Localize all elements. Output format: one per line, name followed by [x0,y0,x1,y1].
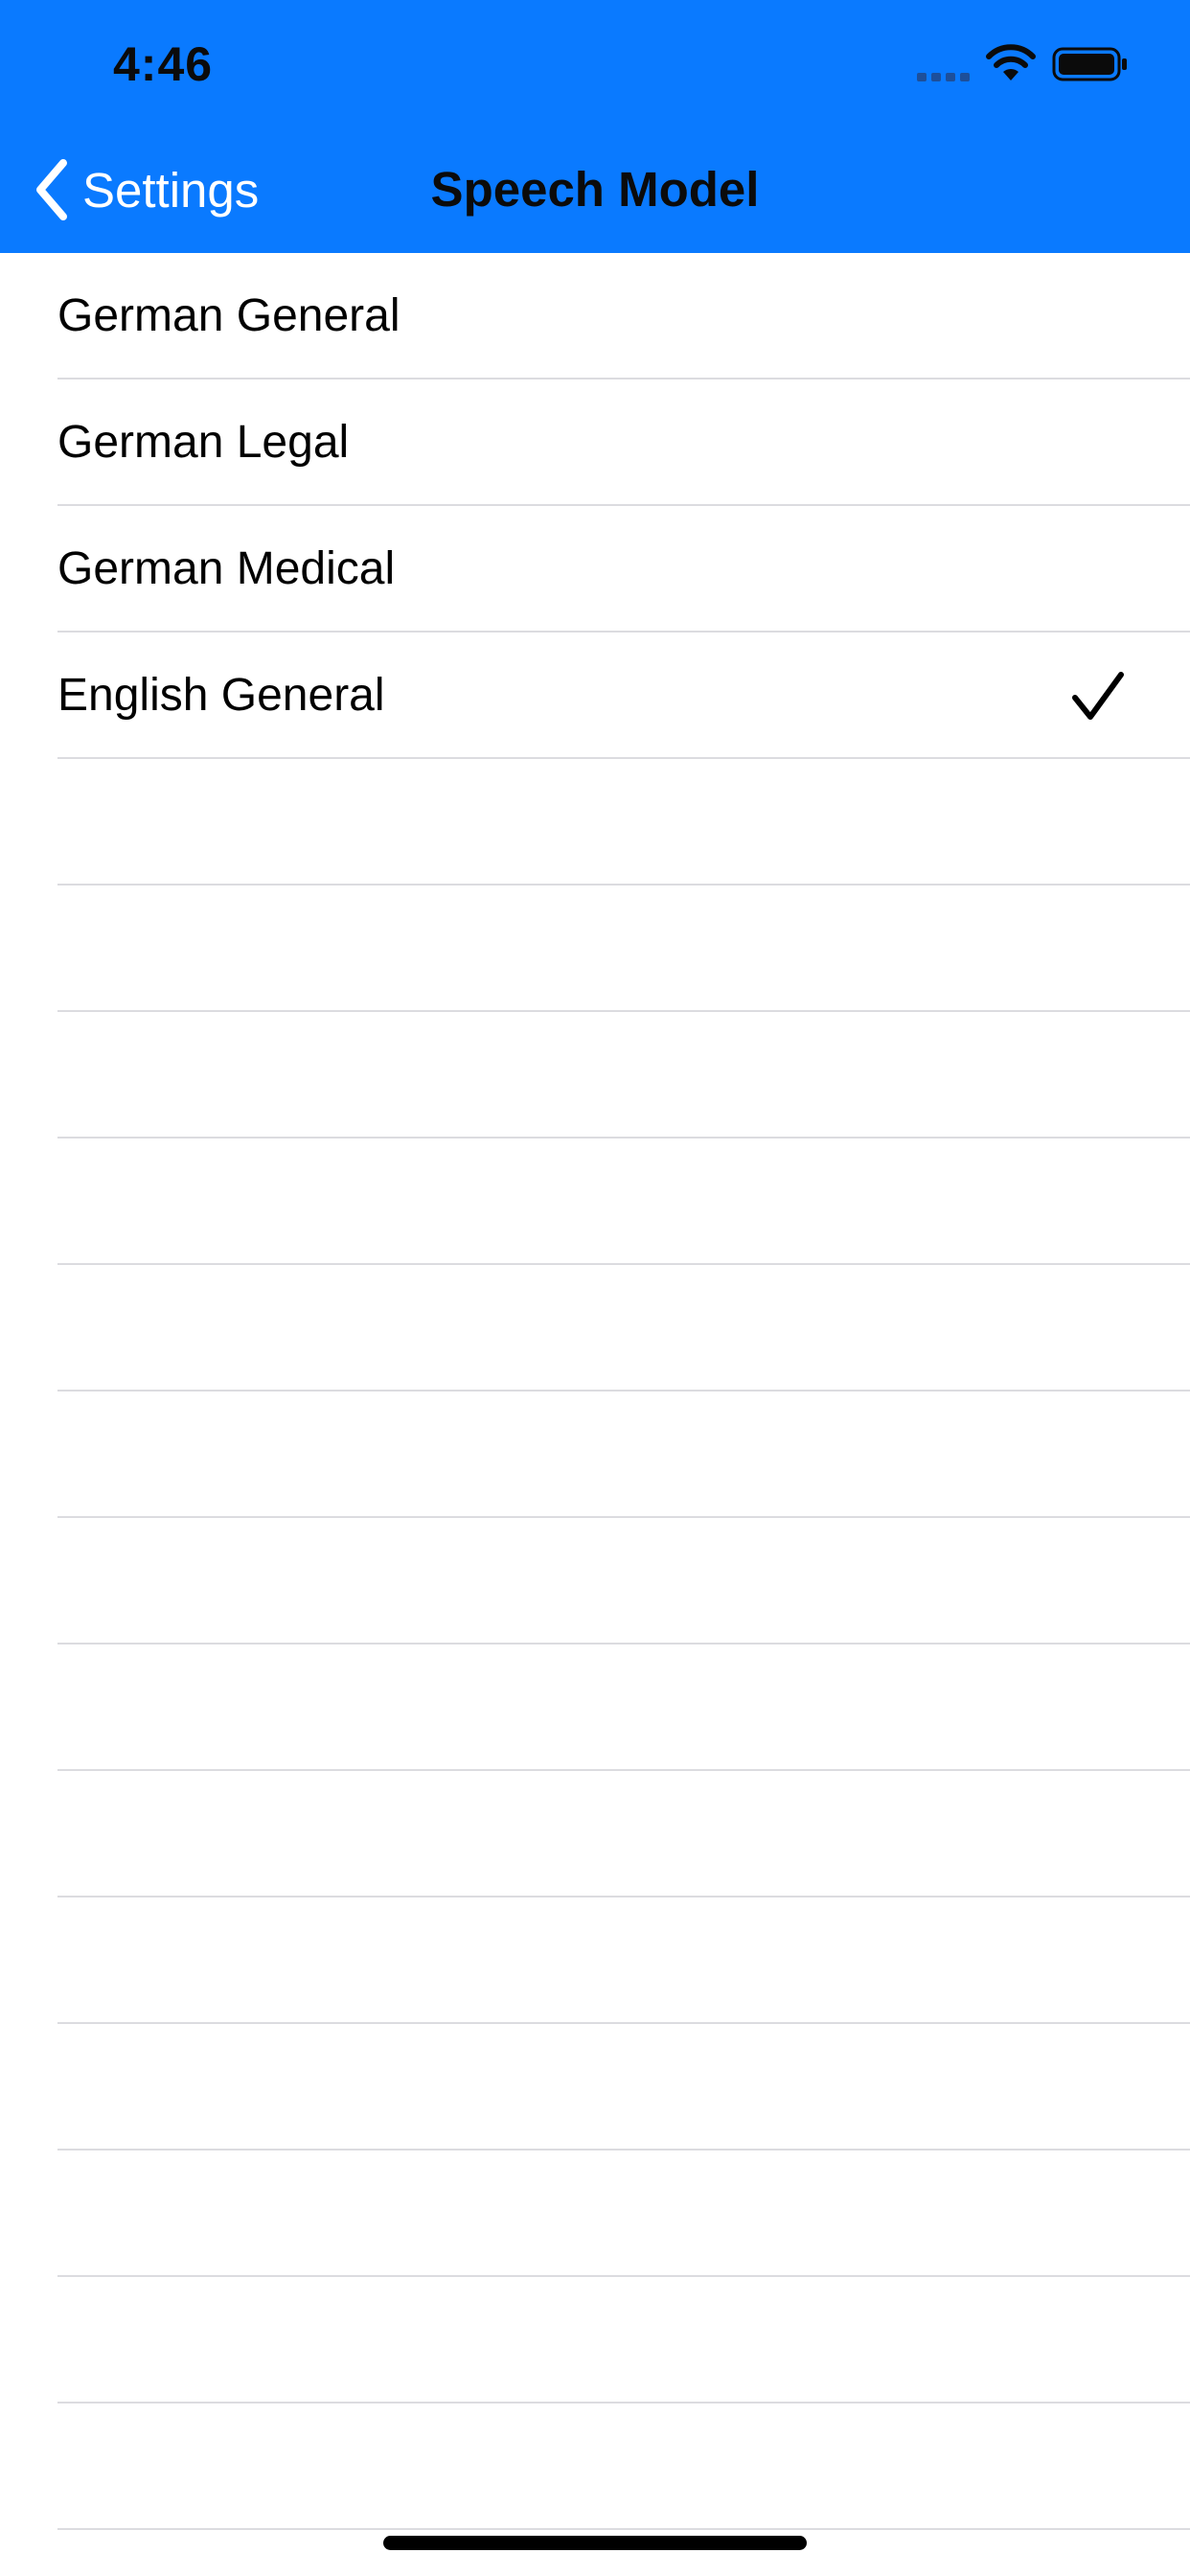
empty-row [0,2277,1190,2404]
empty-row [0,886,1190,1012]
empty-row [0,2150,1190,2277]
empty-row [0,1138,1190,1265]
speech-model-row-german-legal[interactable]: German Legal [0,380,1190,506]
navigation-header: 4:46 Settings Speech Model [0,0,1190,253]
speech-model-row-german-medical[interactable]: German Medical [0,506,1190,632]
empty-row [0,1265,1190,1392]
speech-model-row-german-general[interactable]: German General [0,253,1190,380]
cellular-signal-icon [917,73,970,81]
speech-model-list: German General German Legal German Medic… [0,253,1190,2530]
empty-row [0,1392,1190,1518]
speech-model-label: German Medical [57,543,396,594]
empty-row [0,2404,1190,2530]
status-time: 4:46 [113,37,214,91]
empty-rows [0,759,1190,2530]
empty-row [0,1644,1190,1771]
empty-row [0,759,1190,886]
empty-row [0,1898,1190,2024]
empty-row [0,2024,1190,2150]
empty-row [0,1771,1190,1898]
empty-row [0,1518,1190,1644]
speech-model-label: German Legal [57,417,350,468]
battery-icon [1052,47,1127,81]
speech-model-label: English General [57,670,385,721]
speech-model-label: German General [57,290,400,341]
page-title: Speech Model [430,162,760,217]
checkmark-icon [1072,672,1124,720]
empty-row [0,1012,1190,1138]
home-indicator [383,2536,807,2550]
speech-model-row-english-general[interactable]: English General [0,632,1190,759]
wifi-icon [986,44,1036,80]
